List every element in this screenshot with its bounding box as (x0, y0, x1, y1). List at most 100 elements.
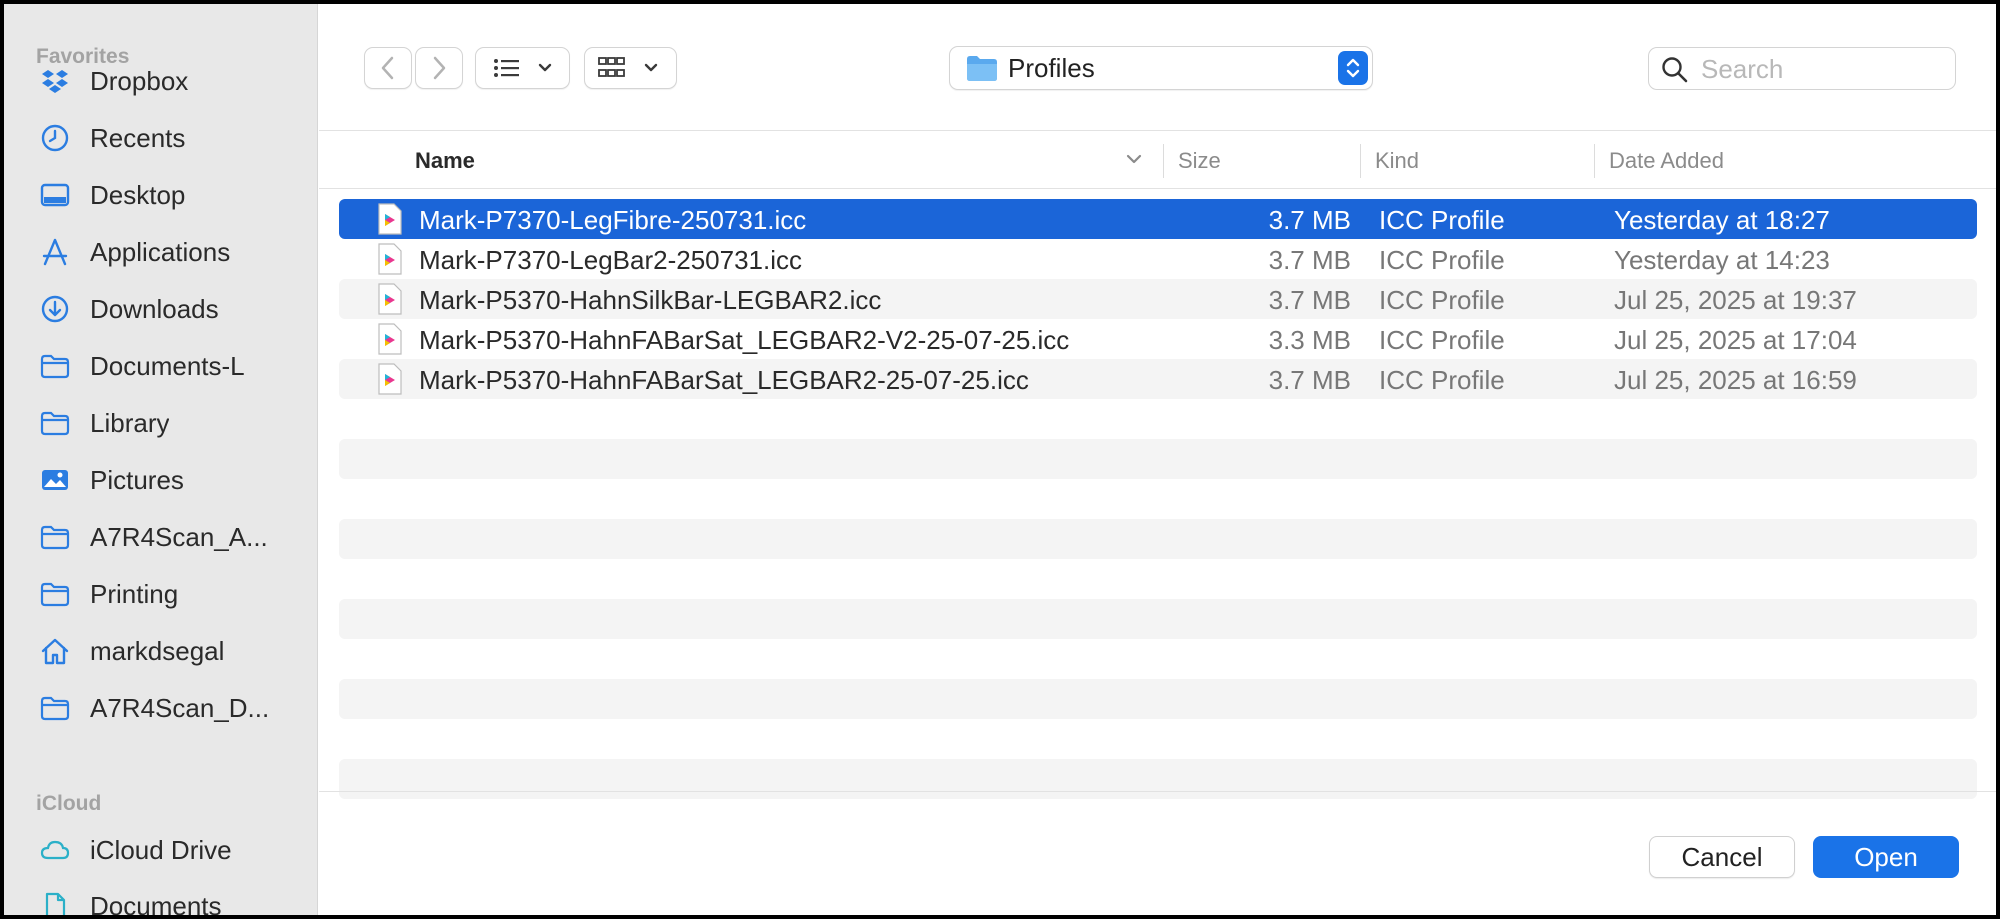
file-row[interactable]: Mark-P7370-LegFibre-250731.icc 3.7 MB IC… (339, 199, 1977, 239)
sidebar-item-label: A7R4Scan_A... (90, 521, 268, 552)
file-date: Jul 25, 2025 at 19:37 (1614, 285, 1857, 315)
sidebar-item-printing[interactable]: Printing (38, 570, 308, 618)
file-name: Mark-P7370-LegBar2-250731.icc (419, 245, 802, 275)
location-label: Profiles (1008, 53, 1095, 83)
column-date-added[interactable]: Date Added (1609, 148, 1724, 174)
column-divider (1594, 144, 1595, 178)
file-kind: ICC Profile (1379, 285, 1505, 315)
sidebar: Favorites Dropbox Recents Desktop Applic… (4, 4, 318, 915)
file-size: 3.7 MB (1268, 285, 1351, 315)
group-view-button[interactable] (584, 47, 677, 89)
cancel-button[interactable]: Cancel (1649, 836, 1795, 878)
empty-row (339, 399, 1977, 439)
clock-icon (38, 121, 72, 155)
forward-button[interactable] (415, 47, 463, 89)
file-kind: ICC Profile (1379, 325, 1505, 355)
sidebar-item-downloads[interactable]: Downloads (38, 285, 308, 333)
home-icon (38, 634, 72, 668)
sidebar-item-label: markdsegal (90, 635, 225, 666)
grid-view-icon (597, 57, 657, 77)
icc-profile-icon (377, 203, 403, 242)
icc-profile-icon (377, 363, 403, 402)
file-date: Yesterday at 18:27 (1614, 205, 1830, 235)
sidebar-item-a7r4scan-d[interactable]: A7R4Scan_D... (38, 684, 308, 732)
document-icon (38, 889, 72, 915)
file-row[interactable]: Mark-P5370-HahnFABarSat_LEGBAR2-25-07-25… (339, 359, 1977, 399)
open-button[interactable]: Open (1813, 836, 1959, 878)
chevron-down-icon (1125, 152, 1143, 171)
file-row[interactable]: Mark-P5370-HahnSilkBar-LEGBAR2.icc 3.7 M… (339, 279, 1977, 319)
file-name: Mark-P5370-HahnFABarSat_LEGBAR2-25-07-25… (419, 365, 1029, 395)
footer: Cancel Open (319, 791, 1996, 915)
location-popup[interactable]: Profiles (949, 46, 1373, 90)
back-button[interactable] (364, 47, 412, 89)
empty-row (339, 519, 1977, 559)
column-kind[interactable]: Kind (1375, 148, 1419, 174)
sidebar-item-library[interactable]: Library (38, 399, 308, 447)
sidebar-item-label: A7R4Scan_D... (90, 692, 270, 723)
dropbox-icon (38, 64, 72, 98)
sidebar-item-applications[interactable]: Applications (38, 228, 308, 276)
file-kind: ICC Profile (1379, 365, 1505, 395)
list-view-button[interactable] (475, 47, 570, 89)
icloud-section-title: iCloud (36, 792, 102, 815)
file-list: Mark-P7370-LegFibre-250731.icc 3.7 MB IC… (339, 199, 1977, 799)
empty-row (339, 679, 1977, 719)
folder-icon (38, 520, 72, 554)
sidebar-item-label: Downloads (90, 293, 219, 324)
sidebar-item-markdsegal[interactable]: markdsegal (38, 627, 308, 675)
file-kind: ICC Profile (1379, 245, 1505, 275)
sidebar-item-dropbox[interactable]: Dropbox (38, 57, 308, 105)
sidebar-item-label: Printing (90, 578, 179, 609)
cloud-icon (38, 833, 72, 867)
folder-icon (38, 349, 72, 383)
sidebar-item-label: Applications (90, 236, 231, 267)
file-size: 3.7 MB (1268, 365, 1351, 395)
empty-row (339, 719, 1977, 759)
sidebar-item-pictures[interactable]: Pictures (38, 456, 308, 504)
sidebar-item-a7r4scan-a[interactable]: A7R4Scan_A... (38, 513, 308, 561)
sidebar-item-recents[interactable]: Recents (38, 114, 308, 162)
column-header: Name Size Kind Date Added (319, 132, 1996, 189)
file-size: 3.7 MB (1268, 205, 1351, 235)
file-row[interactable]: Mark-P5370-HahnFABarSat_LEGBAR2-V2-25-07… (339, 319, 1977, 359)
sidebar-item-documents[interactable]: Documents (38, 882, 308, 915)
desktop-icon (38, 178, 72, 212)
file-name: Mark-P7370-LegFibre-250731.icc (419, 205, 807, 235)
sidebar-item-desktop[interactable]: Desktop (38, 171, 308, 219)
empty-row (339, 639, 1977, 679)
icc-profile-icon (377, 283, 403, 322)
file-row[interactable]: Mark-P7370-LegBar2-250731.icc 3.7 MB ICC… (339, 239, 1977, 279)
folder-icon (38, 691, 72, 725)
sidebar-item-label: Library (90, 407, 170, 438)
column-name[interactable]: Name (415, 148, 475, 174)
sidebar-item-icloud-drive[interactable]: iCloud Drive (38, 826, 308, 874)
file-date: Jul 25, 2025 at 16:59 (1614, 365, 1857, 395)
folder-icon (38, 577, 72, 611)
sidebar-item-label: iCloud Drive (90, 834, 232, 865)
list-view-icon (493, 59, 551, 77)
file-open-dialog: Favorites Dropbox Recents Desktop Applic… (4, 4, 1996, 915)
column-divider (1360, 144, 1361, 178)
file-date: Jul 25, 2025 at 17:04 (1614, 325, 1857, 355)
applications-icon (38, 235, 72, 269)
sidebar-item-label: Desktop (90, 179, 186, 210)
file-name: Mark-P5370-HahnFABarSat_LEGBAR2-V2-25-07… (419, 325, 1070, 355)
file-date: Yesterday at 14:23 (1614, 245, 1830, 275)
empty-row (339, 599, 1977, 639)
sidebar-item-label: Dropbox (90, 65, 189, 96)
search-field[interactable] (1648, 47, 1956, 90)
sidebar-item-label: Pictures (90, 464, 184, 495)
column-size[interactable]: Size (1178, 148, 1221, 174)
search-input[interactable] (1701, 53, 1941, 85)
sidebar-item-label: Documents (90, 890, 222, 916)
pictures-icon (38, 463, 72, 497)
toolbar: Profiles (319, 4, 1996, 131)
folder-icon (38, 406, 72, 440)
chevron-right-icon (433, 56, 446, 80)
file-name: Mark-P5370-HahnSilkBar-LEGBAR2.icc (419, 285, 882, 315)
file-size: 3.3 MB (1268, 325, 1351, 355)
file-kind: ICC Profile (1379, 205, 1505, 235)
sidebar-item-label: Documents-L (90, 350, 245, 381)
sidebar-item-documents-l[interactable]: Documents-L (38, 342, 308, 390)
